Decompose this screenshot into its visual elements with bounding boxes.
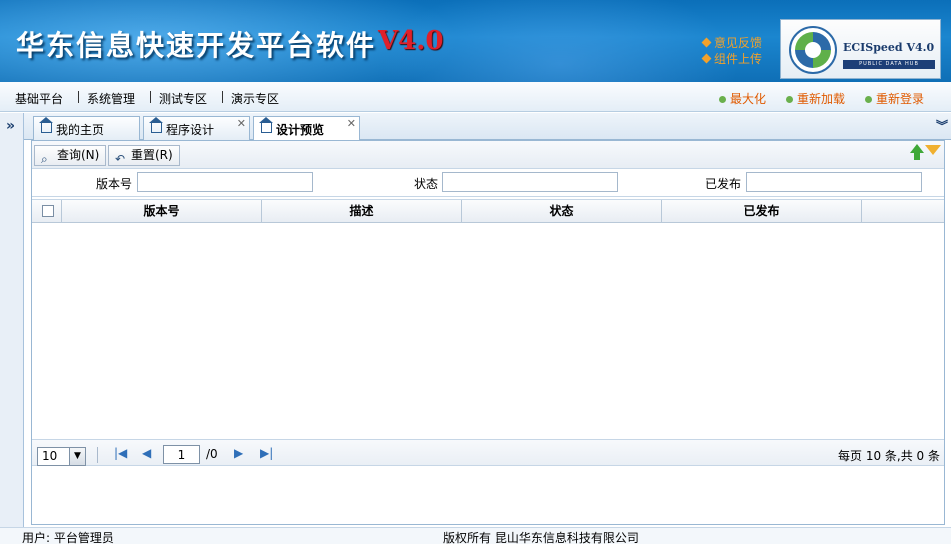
pagination-bar: 10 ▼ |◀ ◀ /0 ▶ ▶| 每页 10 条,共 0 条 (32, 439, 944, 466)
grid-header: 版本号 描述 状态 已发布 (32, 199, 944, 223)
main-menubar: 基础平台 系统管理 测试专区 演示专区 最大化 重新加载 重新登录 (0, 82, 951, 112)
menu-item-base-platform[interactable]: 基础平台 (15, 90, 63, 107)
bullet-icon (865, 96, 872, 103)
menu-item-demo-zone[interactable]: 演示专区 (231, 90, 279, 107)
header-banner: 华东信息快速开发平台软件 V4.0 意见反馈 组件上传 ECISpeed V4.… (0, 0, 951, 82)
feedback-link-label: 意见反馈 (714, 36, 763, 50)
upload-component-link[interactable]: 组件上传 (701, 50, 763, 67)
query-button-label: 查询(N) (57, 148, 100, 162)
status-bar: 用户: 平台管理员 版权所有 昆山华东信息科技有限公司 (0, 527, 951, 545)
reload-button[interactable]: 重新加载 (786, 90, 845, 107)
tab-design-preview[interactable]: 设计预览 ✕ (253, 116, 360, 141)
maximize-button[interactable]: 最大化 (719, 90, 766, 107)
filter-label-version: 版本号 (96, 177, 133, 191)
tab-program-design[interactable]: 程序设计 ✕ (143, 116, 250, 140)
logo-emblem-icon (789, 26, 837, 74)
tab-bar: 我的主页 程序设计 ✕ 设计预览 ✕ ︾ (24, 113, 951, 141)
status-user: 用户: 平台管理员 (22, 531, 114, 545)
upload-component-link-label: 组件上传 (714, 52, 763, 66)
logo-tagline: PUBLIC DATA HUB (843, 60, 935, 69)
chevron-down-icon[interactable]: ▼ (69, 448, 85, 465)
page-size-select[interactable]: 10 ▼ (37, 447, 86, 466)
bullet-icon (786, 96, 793, 103)
product-logo: ECISpeed V4.0 PUBLIC DATA HUB (780, 19, 941, 79)
menu-item-test-zone[interactable]: 测试专区 (159, 90, 207, 107)
first-page-icon[interactable]: |◀ (114, 446, 127, 460)
published-input[interactable] (746, 172, 922, 192)
filter-icon[interactable] (925, 145, 941, 155)
status-input[interactable] (442, 172, 618, 192)
prev-page-icon[interactable]: ◀ (142, 446, 151, 460)
undo-icon: ↶ (115, 152, 126, 166)
app-title: 华东信息快速开发平台软件 (16, 29, 377, 62)
column-header-status[interactable]: 状态 (462, 200, 662, 222)
toolbar-icons (910, 144, 942, 162)
pager-separator (97, 447, 98, 463)
menu-separator (222, 91, 223, 103)
select-all-cell (32, 200, 62, 222)
menu-item-system-management[interactable]: 系统管理 (87, 90, 135, 107)
tab-label: 我的主页 (56, 123, 105, 137)
column-header-description[interactable]: 描述 (262, 200, 462, 222)
reload-label: 重新加载 (797, 92, 846, 106)
next-page-icon[interactable]: ▶ (234, 446, 243, 460)
filter-label-published: 已发布 (705, 177, 742, 191)
menu-separator (78, 91, 79, 103)
bullet-icon (719, 96, 726, 103)
tab-label: 程序设计 (166, 123, 215, 137)
feedback-link[interactable]: 意见反馈 (701, 34, 763, 51)
page-number-input[interactable] (163, 445, 200, 464)
tab-my-home[interactable]: 我的主页 (33, 116, 140, 140)
reset-button[interactable]: ↶ 重置(R) (108, 145, 180, 166)
filter-label-status: 状态 (414, 177, 439, 191)
search-icon: ⌕ (41, 152, 48, 166)
home-icon (149, 117, 163, 133)
close-icon[interactable]: ✕ (347, 117, 356, 130)
menu-separator (150, 91, 151, 103)
close-icon[interactable]: ✕ (237, 117, 246, 130)
logo-text: ECISpeed V4.0 (843, 41, 935, 54)
home-icon (39, 117, 53, 133)
diamond-icon (701, 53, 712, 64)
last-page-icon[interactable]: ▶| (260, 446, 273, 460)
status-copyright: 版权所有 昆山华东信息科技有限公司 (443, 531, 639, 545)
version-input[interactable] (137, 172, 313, 192)
home-icon (259, 117, 273, 133)
select-all-checkbox[interactable] (42, 205, 54, 217)
arrow-up-stem (914, 152, 920, 160)
reset-button-label: 重置(R) (131, 148, 173, 162)
grid-body (32, 223, 944, 439)
app-version: V4.0 (378, 26, 444, 56)
pagination-info: 每页 10 条,共 0 条 (838, 449, 940, 463)
diamond-icon (701, 37, 712, 48)
left-collapse-strip: » (0, 113, 24, 544)
query-button[interactable]: ⌕ 查询(N) (34, 145, 107, 166)
expand-sidebar-icon[interactable]: » (6, 118, 15, 134)
tab-label: 设计预览 (276, 123, 325, 137)
relogin-button[interactable]: 重新登录 (865, 90, 924, 107)
page-total: /0 (206, 447, 218, 461)
relogin-label: 重新登录 (876, 92, 925, 106)
filter-row: 版本号 状态 已发布 (32, 169, 944, 197)
column-header-published[interactable]: 已发布 (662, 200, 862, 222)
column-header-version[interactable]: 版本号 (62, 200, 262, 222)
tab-list-dropdown-icon[interactable]: ︾ (936, 117, 948, 134)
page-size-value: 10 (42, 449, 58, 463)
content-panel: ⌕ 查询(N) ↶ 重置(R) 版本号 状态 已发布 版本号 描述 状态 已发布 1… (31, 140, 945, 525)
maximize-label: 最大化 (730, 92, 767, 106)
grid-toolbar: ⌕ 查询(N) ↶ 重置(R) (32, 141, 944, 169)
